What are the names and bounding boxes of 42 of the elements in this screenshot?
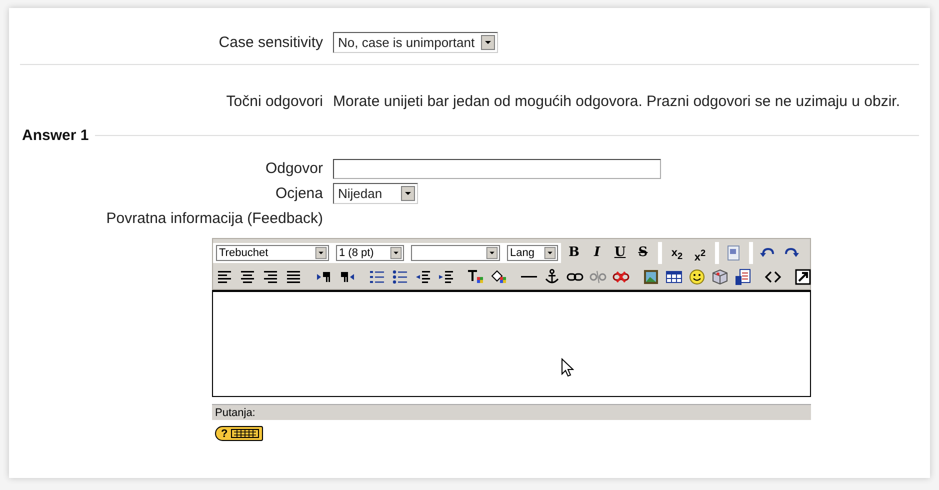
path-label: Putanja: — [215, 406, 256, 418]
dropdown[interactable]: 1 (8 pt) — [336, 245, 404, 261]
dropdown[interactable] — [411, 245, 500, 261]
fill-color-icon[interactable] — [490, 268, 508, 286]
table-icon[interactable] — [665, 268, 683, 286]
anchor-icon[interactable] — [543, 268, 561, 286]
mouse-cursor-icon — [561, 358, 574, 377]
indent-icon[interactable] — [437, 268, 455, 286]
field-label: Ocjena — [274, 185, 323, 202]
cube-icon[interactable] — [711, 268, 729, 286]
dropdown[interactable]: Lang — [507, 245, 558, 261]
bold-button[interactable]: B — [564, 243, 584, 263]
paste-document-icon[interactable] — [734, 268, 752, 286]
text-color-icon[interactable] — [467, 268, 485, 286]
italic-button[interactable]: I — [587, 243, 607, 263]
underline-button[interactable]: U — [610, 243, 630, 263]
numbered-list-icon[interactable] — [368, 268, 386, 286]
smiley-icon[interactable] — [688, 268, 706, 286]
help-button[interactable]: ? — [215, 426, 263, 441]
bullet-list-icon[interactable] — [391, 268, 409, 286]
justify-icon[interactable] — [285, 268, 303, 286]
field-label: Povratna informacija (Feedback) — [105, 210, 323, 227]
input-field[interactable] — [333, 158, 661, 178]
image-icon[interactable] — [642, 268, 660, 286]
keyboard-icon — [230, 429, 259, 438]
text-editor[interactable] — [212, 290, 811, 397]
dropdown[interactable]: No, case is unimportant — [333, 32, 498, 52]
section-heading: Answer 1 — [21, 127, 89, 144]
field-label: Case sensitivity — [218, 34, 323, 50]
dropdown[interactable]: Nijedan — [333, 183, 418, 204]
outdent-icon[interactable] — [414, 268, 432, 286]
superscript-button[interactable]: x$^{2}$ — [690, 243, 710, 263]
align-left-icon[interactable] — [216, 268, 234, 286]
strikethrough-button[interactable]: S — [633, 243, 653, 263]
instruction-text: Morate unijeti bar jedan od mogućih odgovora. Prazni odgovori se ne uzimaju u obzir. — [333, 92, 900, 110]
subscript-button[interactable]: x$_{2}$ — [667, 243, 687, 263]
dropdown[interactable]: Trebuchet — [216, 245, 329, 261]
field-label: Odgovor — [264, 160, 323, 177]
align-center-icon[interactable] — [239, 268, 257, 286]
fullscreen-icon[interactable] — [794, 268, 812, 286]
field-label: Točni odgovori — [225, 92, 323, 110]
align-right-icon[interactable] — [262, 268, 280, 286]
